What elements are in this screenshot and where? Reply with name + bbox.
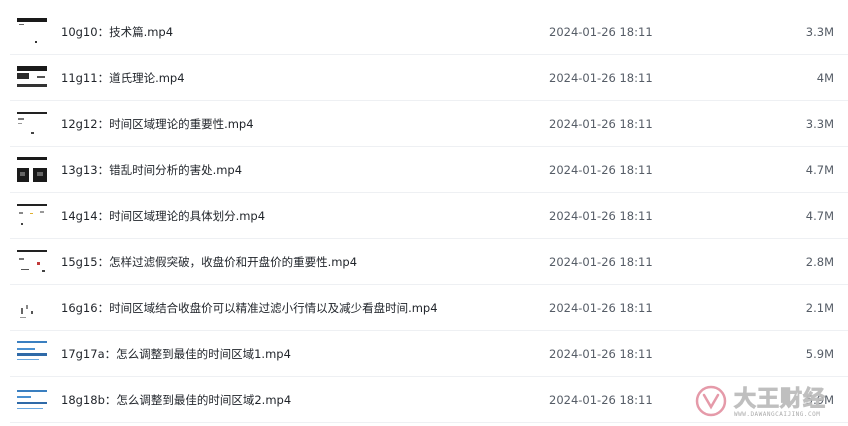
file-name[interactable]: 16g16：时间区域结合收盘价可以精准过滤小行情以及减少看盘时间.mp4 [61, 285, 438, 331]
file-date: 2024-01-26 18:11 [549, 209, 653, 223]
file-name[interactable]: 13g13：错乱时间分析的害处.mp4 [61, 147, 242, 193]
video-thumbnail[interactable] [17, 248, 47, 276]
file-date: 2024-01-26 18:11 [549, 347, 653, 361]
file-date: 2024-01-26 18:11 [549, 255, 653, 269]
file-name[interactable]: 14g14：时间区域理论的具体划分.mp4 [61, 193, 265, 239]
file-row[interactable]: 13g13：错乱时间分析的害处.mp4 2024-01-26 18:11 4.7… [0, 147, 848, 193]
file-date: 2024-01-26 18:11 [549, 163, 653, 177]
file-size: 5.9M [805, 393, 834, 407]
video-thumbnail[interactable] [17, 18, 47, 46]
file-size: 3.3M [805, 117, 834, 131]
file-size: 2.1M [805, 301, 834, 315]
file-date: 2024-01-26 18:11 [549, 301, 653, 315]
file-row[interactable]: 11g11：道氏理论.mp4 2024-01-26 18:11 4M [0, 55, 848, 101]
file-row[interactable]: 16g16：时间区域结合收盘价可以精准过滤小行情以及减少看盘时间.mp4 202… [0, 285, 848, 331]
file-size: 4.7M [805, 209, 834, 223]
video-thumbnail[interactable] [17, 110, 47, 138]
video-thumbnail[interactable] [17, 294, 47, 322]
file-date: 2024-01-26 18:11 [549, 25, 653, 39]
file-name[interactable]: 11g11：道氏理论.mp4 [61, 55, 185, 101]
file-date: 2024-01-26 18:11 [549, 393, 653, 407]
file-date: 2024-01-26 18:11 [549, 71, 653, 85]
file-name[interactable]: 12g12：时间区域理论的重要性.mp4 [61, 101, 254, 147]
file-name[interactable]: 18g18b：怎么调整到最佳的时间区域2.mp4 [61, 377, 291, 423]
video-thumbnail[interactable] [17, 202, 47, 230]
file-row[interactable]: 12g12：时间区域理论的重要性.mp4 2024-01-26 18:11 3.… [0, 101, 848, 147]
file-row[interactable]: 17g17a：怎么调整到最佳的时间区域1.mp4 2024-01-26 18:1… [0, 331, 848, 377]
file-size: 4M [816, 71, 834, 85]
video-thumbnail[interactable] [17, 340, 47, 368]
file-row[interactable]: 10g10：技术篇.mp4 2024-01-26 18:11 3.3M [0, 9, 848, 55]
file-size: 2.8M [805, 255, 834, 269]
file-row[interactable]: 18g18b：怎么调整到最佳的时间区域2.mp4 2024-01-26 18:1… [0, 377, 848, 423]
file-name[interactable]: 15g15：怎样过滤假突破，收盘价和开盘价的重要性.mp4 [61, 239, 357, 285]
file-row[interactable]: 14g14：时间区域理论的具体划分.mp4 2024-01-26 18:11 4… [0, 193, 848, 239]
file-row[interactable]: 15g15：怎样过滤假突破，收盘价和开盘价的重要性.mp4 2024-01-26… [0, 239, 848, 285]
video-thumbnail[interactable] [17, 156, 47, 184]
file-size: 3.3M [805, 25, 834, 39]
file-date: 2024-01-26 18:11 [549, 117, 653, 131]
file-name[interactable]: 17g17a：怎么调整到最佳的时间区域1.mp4 [61, 331, 291, 377]
file-size: 4.7M [805, 163, 834, 177]
video-thumbnail[interactable] [17, 64, 47, 92]
video-thumbnail[interactable] [17, 386, 47, 414]
file-size: 5.9M [805, 347, 834, 361]
file-name[interactable]: 10g10：技术篇.mp4 [61, 9, 173, 55]
